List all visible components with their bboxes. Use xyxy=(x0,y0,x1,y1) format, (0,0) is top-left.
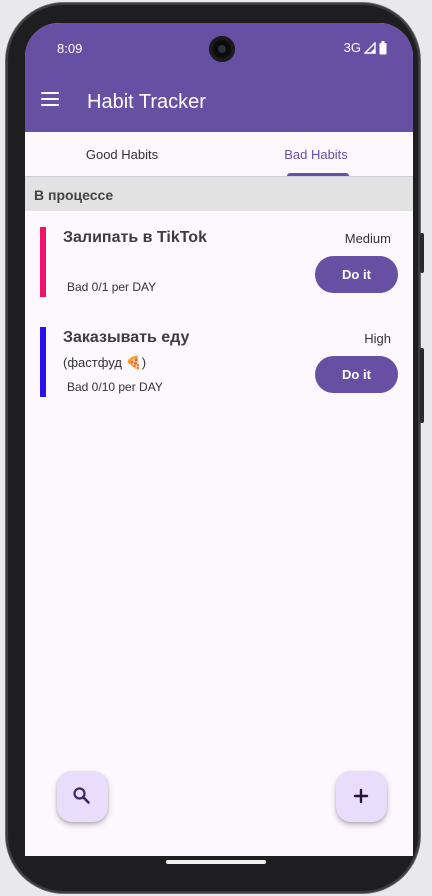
app-screen: 8:09 3G Habit Tracker Good Habits Bad Ha… xyxy=(25,23,413,856)
status-time: 8:09 xyxy=(57,41,83,56)
do-it-button[interactable]: Do it xyxy=(315,356,398,393)
menu-icon[interactable] xyxy=(39,87,63,111)
habit-name: Заказывать еду xyxy=(63,329,190,346)
habit-color-bar xyxy=(40,227,46,297)
habit-color-bar xyxy=(40,327,46,397)
tab-bar: Good Habits Bad Habits xyxy=(25,132,413,177)
battery-icon xyxy=(379,40,387,54)
habit-count: Bad 0/10 per DAY xyxy=(67,380,163,394)
tab-good-habits[interactable]: Good Habits xyxy=(25,132,219,176)
add-habit-fab[interactable] xyxy=(336,771,387,822)
app-bar: Habit Tracker xyxy=(25,71,413,132)
app-title: Habit Tracker xyxy=(87,91,206,113)
home-indicator[interactable] xyxy=(166,860,266,864)
habit-name: Залипать в TikTok xyxy=(63,229,207,246)
habit-priority: High xyxy=(364,331,391,346)
volume-button xyxy=(420,233,424,273)
network-type: 3G xyxy=(343,40,361,55)
habit-description: (фастфуд 🍕) xyxy=(63,355,147,370)
habit-count: Bad 0/1 per DAY xyxy=(67,280,157,294)
do-it-button[interactable]: Do it xyxy=(315,256,398,293)
tab-bad-habits[interactable]: Bad Habits xyxy=(219,132,413,176)
search-fab[interactable] xyxy=(57,771,108,822)
search-icon xyxy=(73,787,90,804)
habit-item[interactable]: Залипать в TikTok Bad 0/1 per DAY Medium… xyxy=(25,227,413,297)
signal-icon xyxy=(364,41,376,54)
phone-frame: 8:09 3G Habit Tracker Good Habits Bad Ha… xyxy=(6,3,424,893)
habit-item[interactable]: Заказывать еду (фастфуд 🍕) Bad 0/10 per … xyxy=(25,327,413,397)
status-icons: 3G xyxy=(344,40,387,55)
section-header: В процессе xyxy=(25,177,413,211)
active-tab-indicator xyxy=(287,173,349,176)
plus-icon xyxy=(353,788,369,804)
power-button xyxy=(420,348,424,423)
camera-cutout xyxy=(209,36,235,62)
habit-priority: Medium xyxy=(344,231,391,246)
